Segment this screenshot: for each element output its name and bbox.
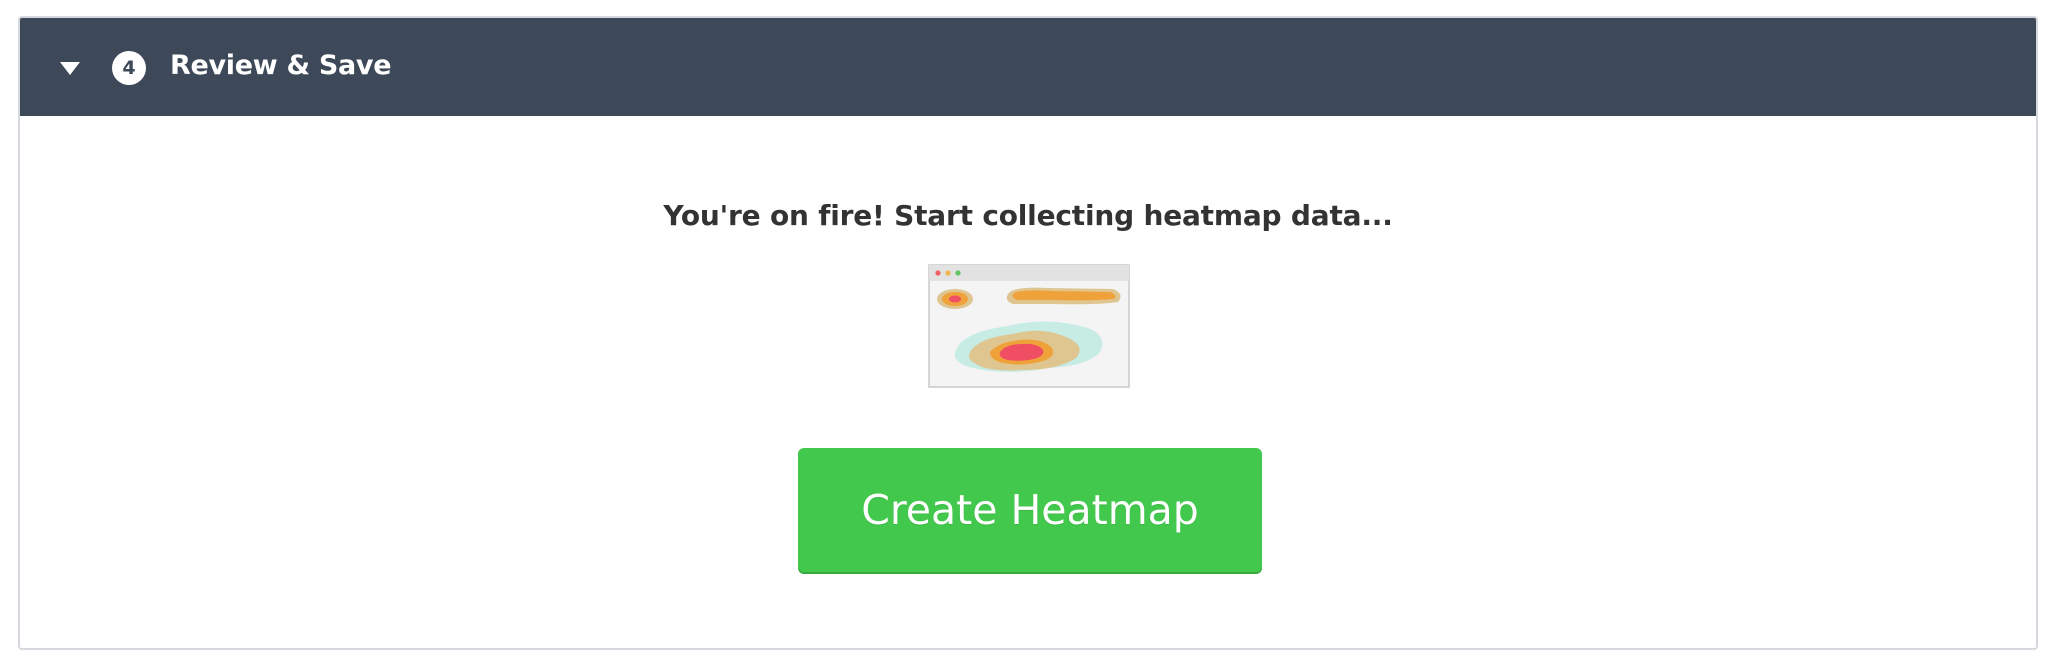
caret-down-icon[interactable] bbox=[60, 62, 80, 75]
section-header[interactable]: 4 Review & Save bbox=[20, 18, 2036, 116]
review-save-panel: 4 Review & Save You're on fire! Start co… bbox=[18, 16, 2038, 650]
section-title: Review & Save bbox=[170, 50, 392, 81]
create-heatmap-button[interactable]: Create Heatmap bbox=[798, 448, 1262, 572]
success-message: You're on fire! Start collecting heatmap… bbox=[663, 199, 1393, 232]
heatmap-browser-illustration bbox=[928, 264, 1130, 388]
step-number-badge: 4 bbox=[112, 51, 146, 85]
